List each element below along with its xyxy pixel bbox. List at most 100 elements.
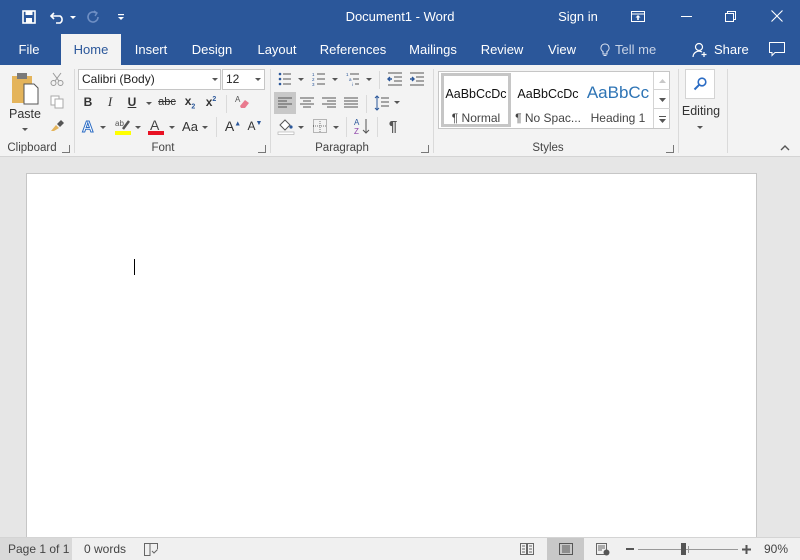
borders-button[interactable] <box>310 116 330 136</box>
highlight-dropdown[interactable] <box>135 126 141 129</box>
paragraph-launcher[interactable] <box>421 145 429 153</box>
numbering-button[interactable]: 123 <box>310 70 328 88</box>
font-name-combo[interactable]: Calibri (Body) <box>78 69 221 90</box>
styles-launcher[interactable] <box>666 145 674 153</box>
underline-button[interactable]: U <box>124 93 140 111</box>
undo-button[interactable] <box>48 8 68 26</box>
page-count[interactable]: Page 1 of 1 <box>0 538 72 560</box>
word-count[interactable]: 0 words <box>84 538 126 560</box>
strikethrough-button[interactable]: abc <box>156 93 178 111</box>
gallery-more[interactable] <box>654 110 670 128</box>
shrink-font-button[interactable]: A▼ <box>246 116 264 136</box>
zoom-slider[interactable] <box>638 538 738 560</box>
multilevel-list-dropdown[interactable] <box>366 78 372 81</box>
align-right-button[interactable] <box>319 92 339 114</box>
highlight-button[interactable]: ab <box>113 116 133 136</box>
superscript-button[interactable]: x2 <box>202 93 220 111</box>
clipboard-launcher[interactable] <box>62 145 70 153</box>
editing-button[interactable]: Editing <box>680 103 722 119</box>
tab-view[interactable]: View <box>543 34 581 65</box>
shading-dropdown[interactable] <box>298 126 304 129</box>
tab-review[interactable]: Review <box>478 34 526 65</box>
show-hide-marks-button[interactable]: ¶ <box>383 116 403 136</box>
separator <box>216 117 217 137</box>
find-button[interactable] <box>685 69 715 99</box>
zoom-slider-thumb[interactable] <box>681 543 686 555</box>
comments-button[interactable] <box>764 34 790 65</box>
subscript-button[interactable]: x2 <box>181 93 199 111</box>
align-left-button[interactable] <box>274 92 296 114</box>
line-spacing-dropdown[interactable] <box>394 101 400 104</box>
tab-mailings[interactable]: Mailings <box>404 34 462 65</box>
text-effects-button[interactable]: A <box>80 116 98 136</box>
paste-dropdown[interactable] <box>22 128 28 131</box>
text-effects-dropdown[interactable] <box>100 126 106 129</box>
font-color-button[interactable]: A <box>146 116 166 136</box>
tab-file[interactable]: File <box>8 34 50 65</box>
zoom-level[interactable]: 90% <box>764 538 788 560</box>
underline-dropdown[interactable] <box>146 102 152 105</box>
gallery-scroll-down[interactable] <box>654 91 670 109</box>
justify-button[interactable] <box>341 92 361 114</box>
change-case-dropdown[interactable] <box>202 126 208 129</box>
format-painter-button[interactable] <box>48 116 66 134</box>
redo-button[interactable] <box>84 8 102 26</box>
ribbon-display-options-button[interactable] <box>622 0 654 32</box>
proofing-button[interactable] <box>144 538 158 560</box>
document-page[interactable] <box>26 173 757 553</box>
style-no-spacing[interactable]: AaBbCcDc ¶ No Spac... <box>513 73 583 127</box>
editing-dropdown[interactable] <box>697 126 703 129</box>
tab-design[interactable]: Design <box>186 34 238 65</box>
close-button[interactable] <box>758 0 796 32</box>
decrease-indent-button[interactable] <box>386 70 404 88</box>
bullets-dropdown[interactable] <box>298 78 304 81</box>
tab-insert[interactable]: Insert <box>127 34 175 65</box>
paste-button[interactable]: Paste <box>6 71 44 133</box>
copy-button[interactable] <box>48 93 66 111</box>
bold-button[interactable]: B <box>80 93 96 111</box>
style-heading-1[interactable]: AaBbCc Heading 1 <box>585 73 651 127</box>
collapse-ribbon-button[interactable] <box>778 143 792 153</box>
zoom-out-button[interactable] <box>624 538 636 560</box>
style-normal[interactable]: AaBbCcDc ¶ Normal <box>441 73 511 127</box>
grow-font-button[interactable]: A▲ <box>224 116 242 136</box>
sort-button[interactable]: AZ <box>352 116 372 136</box>
tab-references[interactable]: References <box>318 34 388 65</box>
tab-layout[interactable]: Layout <box>252 34 302 65</box>
font-launcher[interactable] <box>258 145 266 153</box>
font-size-combo[interactable]: 12 <box>222 69 265 90</box>
zoom-in-button[interactable] <box>740 538 752 560</box>
restore-icon <box>724 10 736 22</box>
line-spacing-button[interactable] <box>372 92 392 114</box>
align-center-button[interactable] <box>297 92 317 114</box>
increase-indent-button[interactable] <box>408 70 426 88</box>
change-case-button[interactable]: Aa <box>179 116 201 136</box>
svg-text:ab: ab <box>115 119 124 128</box>
share-button[interactable]: Share <box>692 34 750 65</box>
ribbon-tabs: File Home Insert Design Layout Reference… <box>0 34 800 65</box>
borders-dropdown[interactable] <box>333 126 339 129</box>
sign-in-link[interactable]: Sign in <box>552 0 604 32</box>
document-canvas <box>0 158 800 553</box>
separator <box>377 117 378 137</box>
restore-button[interactable] <box>712 0 748 32</box>
italic-button[interactable]: I <box>102 93 118 111</box>
cut-button[interactable] <box>48 70 66 88</box>
numbering-dropdown[interactable] <box>332 78 338 81</box>
shading-button[interactable] <box>276 116 296 136</box>
gallery-scroll-up[interactable] <box>654 72 670 90</box>
tell-me-box[interactable]: Tell me <box>600 34 666 65</box>
tab-home[interactable]: Home <box>61 34 121 65</box>
multilevel-list-button[interactable]: 1ai <box>344 70 362 88</box>
print-layout-button[interactable] <box>547 538 584 560</box>
bullets-button[interactable] <box>276 70 294 88</box>
sort-az-icon: AZ <box>354 118 370 135</box>
read-mode-button[interactable] <box>514 538 540 560</box>
clear-formatting-button[interactable]: A <box>232 93 252 111</box>
save-button[interactable] <box>18 8 40 26</box>
minimize-button[interactable] <box>668 0 704 32</box>
font-color-dropdown[interactable] <box>169 126 175 129</box>
undo-dropdown[interactable] <box>70 16 76 19</box>
customize-qat-button[interactable] <box>114 8 128 26</box>
web-layout-button[interactable] <box>590 538 616 560</box>
